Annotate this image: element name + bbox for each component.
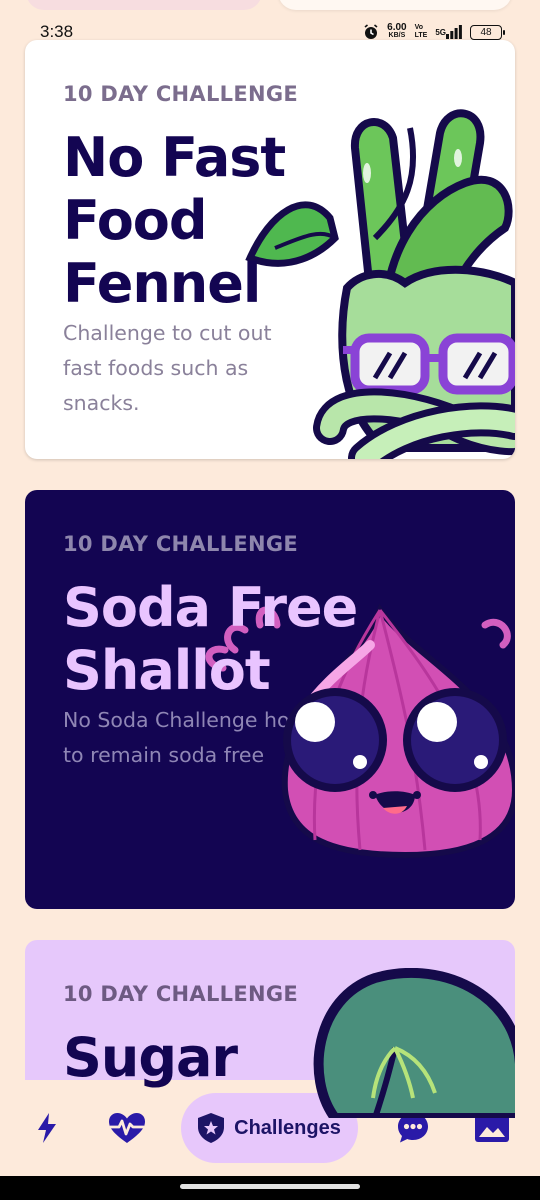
challenge-description: Challenge to cut out fast foods such as …: [63, 321, 272, 415]
challenge-card[interactable]: 10 DAY CHALLENGE Soda Free Shallot No So…: [25, 490, 515, 909]
signal-indicator: 5G: [435, 25, 462, 39]
challenge-card[interactable]: 10 DAY CHALLENGE No Fast Food Fennel Cha…: [25, 40, 515, 459]
volte-top: Vo: [414, 24, 424, 31]
challenge-eyebrow: 10 DAY CHALLENGE: [63, 532, 299, 556]
nav-energy-button[interactable]: [22, 1093, 72, 1163]
alarm-icon: [364, 24, 378, 39]
signal-bars-icon: [446, 25, 462, 39]
network-speed: 6.00 KB/S: [387, 22, 407, 40]
status-time: 3:38: [40, 22, 74, 41]
volte-bottom: LTE: [414, 32, 428, 39]
challenge-title: No Fast Food Fennel: [63, 126, 286, 315]
challenge-title: Sugar: [63, 1026, 238, 1089]
battery-indicator: 48: [470, 24, 505, 40]
heart-pulse-icon: [109, 1113, 145, 1143]
status-icons: 6.00 KB/S Vo LTE 5G 48: [363, 22, 505, 40]
challenge-title: Soda Free Shallot: [63, 576, 358, 702]
battery-level: 48: [480, 26, 492, 38]
image-icon: [475, 1114, 509, 1142]
shield-star-icon: [198, 1113, 225, 1143]
home-gesture-handle[interactable]: [180, 1184, 360, 1189]
volte-indicator: Vo LTE: [415, 24, 428, 40]
network-speed-value: 6.00: [387, 22, 407, 33]
challenge-eyebrow: 10 DAY CHALLENGE: [63, 982, 299, 1006]
network-speed-unit: KB/S: [388, 32, 406, 39]
previous-card-peek-left: [26, 0, 262, 10]
nav-health-button[interactable]: [100, 1093, 154, 1163]
previous-card-peek-right: [278, 0, 512, 10]
nav-challenges-label: Challenges: [234, 1116, 341, 1139]
signal-label: 5G: [435, 27, 446, 37]
lightning-icon: [38, 1113, 56, 1143]
